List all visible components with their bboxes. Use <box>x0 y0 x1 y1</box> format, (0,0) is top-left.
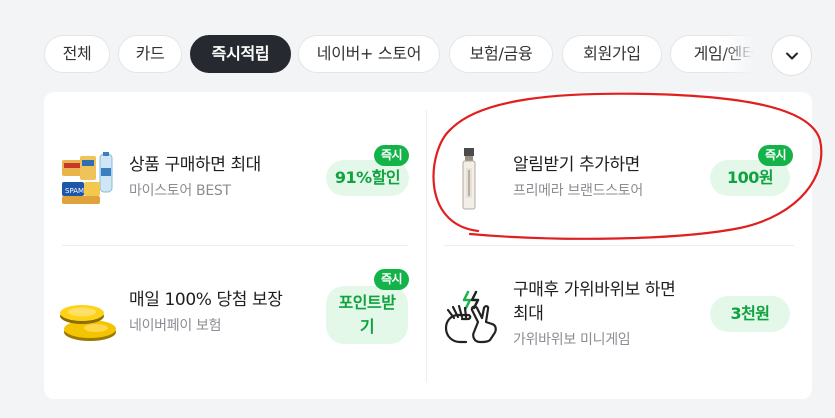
reward-card: SPAM 상품 구매하면 최대 마이스토어 BEST 91%할인 즉시 알림받기… <box>44 92 812 399</box>
category-tab-scroller[interactable]: 전체 카드 즉시적립 네이버+ 스토어 보험/금융 회원가입 게임/엔터 <box>44 35 762 73</box>
gold-coins-image <box>60 294 118 352</box>
tab-insurance-finance[interactable]: 보험/금융 <box>449 35 553 73</box>
reward-item[interactable]: 알림받기 추가하면 프리메라 브랜드스토어 100원 즉시 <box>428 92 812 244</box>
chevron-down-icon <box>785 52 798 59</box>
item-title: 매일 100% 당첨 보장 <box>129 290 283 310</box>
category-tab-bar: 전체 카드 즉시적립 네이버+ 스토어 보험/금융 회원가입 게임/엔터 <box>0 0 835 92</box>
item-title: 구매후 가위바위보 하면 <box>513 280 676 300</box>
instant-badge: 즉시 <box>758 145 794 166</box>
item-subtitle: 마이스토어 BEST <box>129 183 231 199</box>
tab-naver-plus-store[interactable]: 네이버+ 스토어 <box>298 35 440 73</box>
tab-card[interactable]: 카드 <box>118 35 182 73</box>
reward-line: 기 <box>359 317 375 336</box>
cosmetic-bottle-image <box>452 148 492 210</box>
more-categories-button[interactable] <box>771 35 812 76</box>
instant-badge: 즉시 <box>374 145 410 166</box>
item-title-line2: 최대 <box>513 304 544 324</box>
item-subtitle: 네이버페이 보험 <box>129 318 222 334</box>
reward-line: 포인트받 <box>338 293 396 312</box>
tab-fade-overlay <box>722 33 768 75</box>
grocery-products-image: SPAM <box>60 152 118 210</box>
tab-instant-reward[interactable]: 즉시적립 <box>190 35 291 73</box>
item-subtitle: 가위바위보 미니게임 <box>513 332 631 348</box>
instant-badge: 즉시 <box>374 269 410 290</box>
item-subtitle: 프리메라 브랜드스토어 <box>513 183 643 199</box>
reward-item[interactable]: 구매후 가위바위보 하면 최대 가위바위보 미니게임 3천원 <box>428 246 812 398</box>
page: 전체 카드 즉시적립 네이버+ 스토어 보험/금융 회원가입 게임/엔터 <box>0 0 835 418</box>
item-title: 상품 구매하면 최대 <box>129 155 261 175</box>
item-title: 알림받기 추가하면 <box>513 155 640 175</box>
rock-paper-scissors-icon <box>442 288 504 348</box>
reward-amount: 포인트받 기 <box>326 286 408 344</box>
tab-signup[interactable]: 회원가입 <box>562 35 662 73</box>
reward-item[interactable]: SPAM 상품 구매하면 최대 마이스토어 BEST 91%할인 즉시 <box>44 92 428 244</box>
svg-text:SPAM: SPAM <box>65 187 84 195</box>
reward-amount: 3천원 <box>710 296 790 332</box>
tab-all[interactable]: 전체 <box>44 35 110 73</box>
